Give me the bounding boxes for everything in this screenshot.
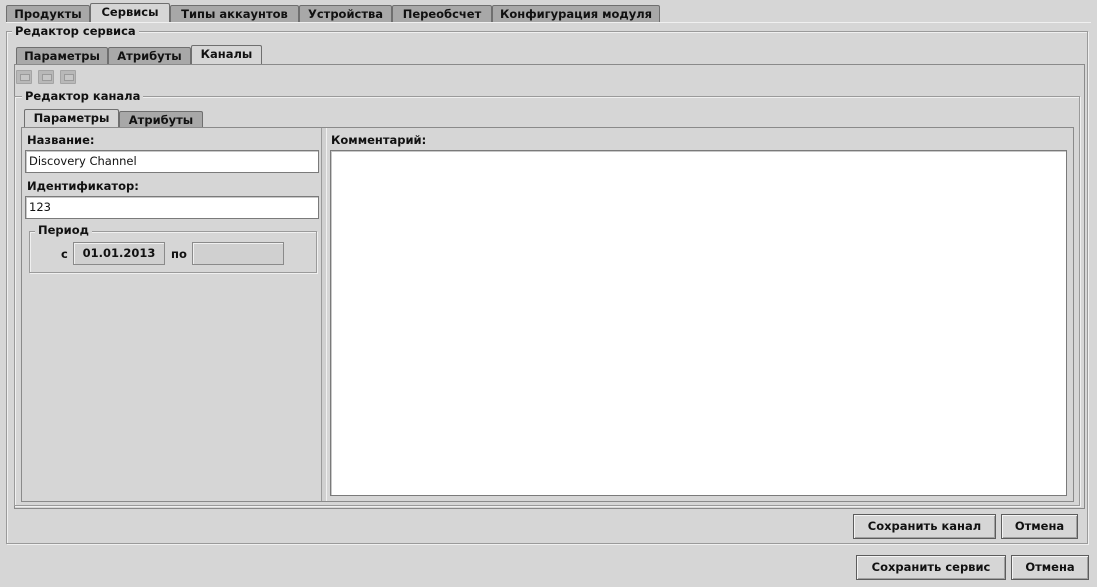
service-editor-title: Редактор сервиса — [12, 24, 139, 38]
name-label: Название: — [27, 133, 95, 147]
cancel-channel-button[interactable]: Отмена — [1001, 514, 1078, 539]
comment-label: Комментарий: — [331, 133, 427, 147]
top-tab-baseline — [6, 22, 1091, 23]
tab-service-channels[interactable]: Каналы — [191, 45, 262, 65]
period-to-date[interactable] — [192, 242, 284, 265]
tab-module-config[interactable]: Конфигурация модуля — [492, 5, 660, 23]
splitter[interactable] — [321, 128, 327, 501]
period-to-label: по — [171, 247, 187, 261]
add-icon[interactable] — [16, 70, 32, 84]
period-from-label: с — [61, 247, 68, 261]
channel-editor-title: Редактор канала — [22, 89, 144, 103]
period-title: Период — [35, 223, 92, 237]
tab-account-types[interactable]: Типы аккаунтов — [170, 5, 299, 23]
tab-recalculation[interactable]: Переобсчет — [392, 5, 492, 23]
save-service-button[interactable]: Сохранить сервис — [856, 555, 1006, 580]
top-tabstrip: Продукты Сервисы Типы аккаунтов Устройст… — [6, 3, 1091, 23]
tab-channel-parameters[interactable]: Параметры — [24, 109, 119, 129]
comment-textarea[interactable] — [330, 150, 1067, 496]
identifier-field[interactable]: 123 — [25, 196, 319, 219]
name-field[interactable]: Discovery Channel — [25, 150, 319, 173]
period-from-date[interactable]: 01.01.2013 — [73, 242, 165, 265]
tab-services[interactable]: Сервисы — [90, 3, 170, 23]
cancel-service-button[interactable]: Отмена — [1011, 555, 1089, 580]
tab-service-attributes[interactable]: Атрибуты — [108, 47, 191, 65]
edit-icon[interactable] — [38, 70, 54, 84]
tab-devices[interactable]: Устройства — [299, 5, 392, 23]
identifier-label: Идентификатор: — [27, 179, 139, 193]
tab-service-parameters[interactable]: Параметры — [16, 47, 108, 65]
save-channel-button[interactable]: Сохранить канал — [853, 514, 996, 539]
tab-products[interactable]: Продукты — [6, 5, 90, 23]
service-tabstrip: Параметры Атрибуты Каналы — [16, 45, 416, 65]
delete-icon[interactable] — [60, 70, 76, 84]
